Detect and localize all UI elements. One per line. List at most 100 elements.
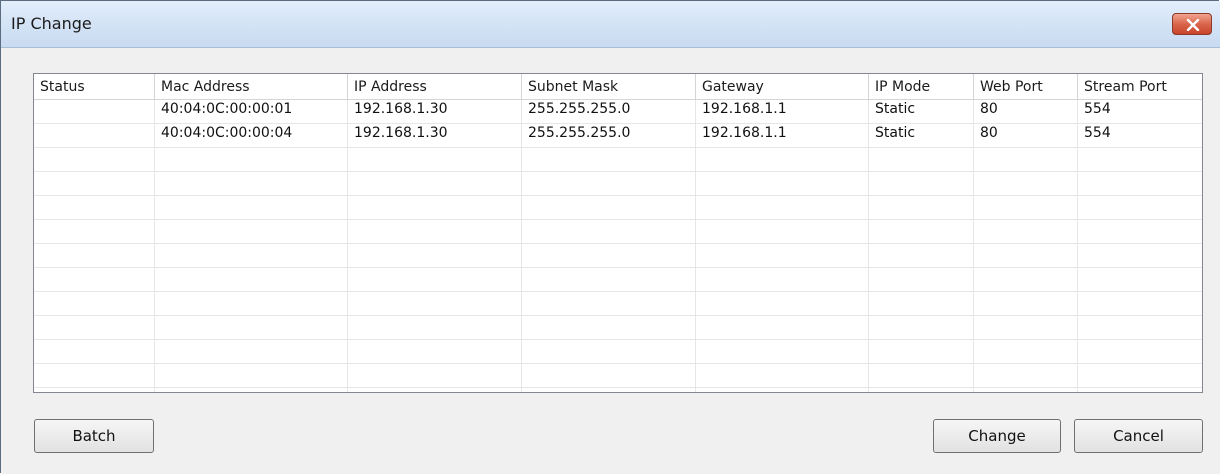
- table-row[interactable]: 40:04:0C:00:00:01 192.168.1.30 255.255.255…: [34, 100, 1202, 124]
- list-header: Status Mac Address IP Address Subnet Mas…: [34, 74, 1202, 100]
- cell-mac-address: [155, 268, 348, 292]
- cell-ip-mode: Static: [869, 100, 974, 124]
- cell-status: [34, 220, 155, 244]
- cell-ip-address: 192.168.1.30: [348, 124, 522, 148]
- cell-web-port: [974, 220, 1078, 244]
- cell-gateway: [696, 268, 869, 292]
- cell-status: [34, 124, 155, 148]
- window-title: IP Change: [11, 14, 92, 33]
- cell-ip-address: [348, 364, 522, 388]
- table-row[interactable]: [34, 364, 1202, 388]
- cell-status: [34, 196, 155, 220]
- cell-gateway: 192.168.1.1: [696, 100, 869, 124]
- cell-web-port: [974, 292, 1078, 316]
- column-header-status[interactable]: Status: [34, 74, 155, 99]
- cell-gateway: [696, 364, 869, 388]
- batch-button[interactable]: Batch: [34, 419, 154, 453]
- cell-stream-port: [1078, 268, 1202, 292]
- close-button[interactable]: [1172, 13, 1212, 35]
- table-row[interactable]: [34, 148, 1202, 172]
- cell-mac-address: [155, 220, 348, 244]
- column-header-web-port[interactable]: Web Port: [974, 74, 1078, 99]
- cell-status: [34, 244, 155, 268]
- cell-mac-address: 40:04:0C:00:00:01: [155, 100, 348, 124]
- cell-web-port: [974, 388, 1078, 392]
- cell-status: [34, 100, 155, 124]
- cell-mac-address: [155, 388, 348, 392]
- table-row[interactable]: [34, 268, 1202, 292]
- cell-status: [34, 148, 155, 172]
- device-list[interactable]: Status Mac Address IP Address Subnet Mas…: [33, 73, 1203, 393]
- cell-mac-address: [155, 340, 348, 364]
- cell-web-port: [974, 364, 1078, 388]
- table-row[interactable]: [34, 196, 1202, 220]
- cell-ip-mode: [869, 172, 974, 196]
- cell-gateway: [696, 340, 869, 364]
- cell-subnet-mask: [522, 388, 696, 392]
- cell-status: [34, 340, 155, 364]
- column-header-mac-address[interactable]: Mac Address: [155, 74, 348, 99]
- cell-stream-port: [1078, 220, 1202, 244]
- cell-mac-address: [155, 364, 348, 388]
- cell-ip-mode: [869, 268, 974, 292]
- column-header-subnet-mask[interactable]: Subnet Mask: [522, 74, 696, 99]
- table-row[interactable]: [34, 292, 1202, 316]
- table-row[interactable]: [34, 316, 1202, 340]
- cell-stream-port: [1078, 172, 1202, 196]
- cell-gateway: [696, 220, 869, 244]
- column-header-ip-address[interactable]: IP Address: [348, 74, 522, 99]
- cell-subnet-mask: [522, 364, 696, 388]
- cell-gateway: [696, 388, 869, 392]
- column-header-gateway[interactable]: Gateway: [696, 74, 869, 99]
- cell-gateway: [696, 292, 869, 316]
- cell-ip-address: [348, 388, 522, 392]
- cell-web-port: [974, 316, 1078, 340]
- cell-subnet-mask: [522, 316, 696, 340]
- column-header-ip-mode[interactable]: IP Mode: [869, 74, 974, 99]
- table-row[interactable]: [34, 388, 1202, 392]
- cell-ip-mode: [869, 364, 974, 388]
- cell-ip-mode: [869, 244, 974, 268]
- cell-subnet-mask: 255.255.255.0: [522, 124, 696, 148]
- cell-ip-address: [348, 196, 522, 220]
- cell-gateway: [696, 196, 869, 220]
- column-header-stream-port[interactable]: Stream Port: [1078, 74, 1202, 99]
- cell-stream-port: [1078, 388, 1202, 392]
- table-row[interactable]: [34, 220, 1202, 244]
- cell-web-port: 80: [974, 100, 1078, 124]
- cell-stream-port: [1078, 364, 1202, 388]
- cell-web-port: [974, 172, 1078, 196]
- cell-ip-mode: [869, 220, 974, 244]
- table-row[interactable]: 40:04:0C:00:00:04 192.168.1.30 255.255.255…: [34, 124, 1202, 148]
- cell-stream-port: [1078, 292, 1202, 316]
- cell-ip-mode: [869, 292, 974, 316]
- cell-ip-address: [348, 316, 522, 340]
- cell-web-port: 80: [974, 124, 1078, 148]
- cell-ip-address: [348, 268, 522, 292]
- cell-status: [34, 268, 155, 292]
- table-row[interactable]: [34, 244, 1202, 268]
- table-row[interactable]: [34, 340, 1202, 364]
- cell-ip-mode: [869, 388, 974, 392]
- table-row[interactable]: [34, 172, 1202, 196]
- cell-ip-address: 192.168.1.30: [348, 100, 522, 124]
- cell-ip-mode: [869, 316, 974, 340]
- cell-ip-address: [348, 148, 522, 172]
- cell-ip-mode: Static: [869, 124, 974, 148]
- cell-ip-mode: [869, 196, 974, 220]
- cell-status: [34, 364, 155, 388]
- cell-mac-address: [155, 172, 348, 196]
- cell-gateway: [696, 172, 869, 196]
- cell-web-port: [974, 244, 1078, 268]
- change-button[interactable]: Change: [933, 419, 1061, 453]
- cell-mac-address: [155, 244, 348, 268]
- cell-subnet-mask: 255.255.255.0: [522, 100, 696, 124]
- cell-subnet-mask: [522, 292, 696, 316]
- cell-mac-address: [155, 316, 348, 340]
- cancel-button[interactable]: Cancel: [1074, 419, 1203, 453]
- dialog-content: Status Mac Address IP Address Subnet Mas…: [1, 48, 1220, 474]
- cell-stream-port: [1078, 244, 1202, 268]
- cell-ip-address: [348, 340, 522, 364]
- title-bar: IP Change: [1, 1, 1220, 48]
- cell-subnet-mask: [522, 340, 696, 364]
